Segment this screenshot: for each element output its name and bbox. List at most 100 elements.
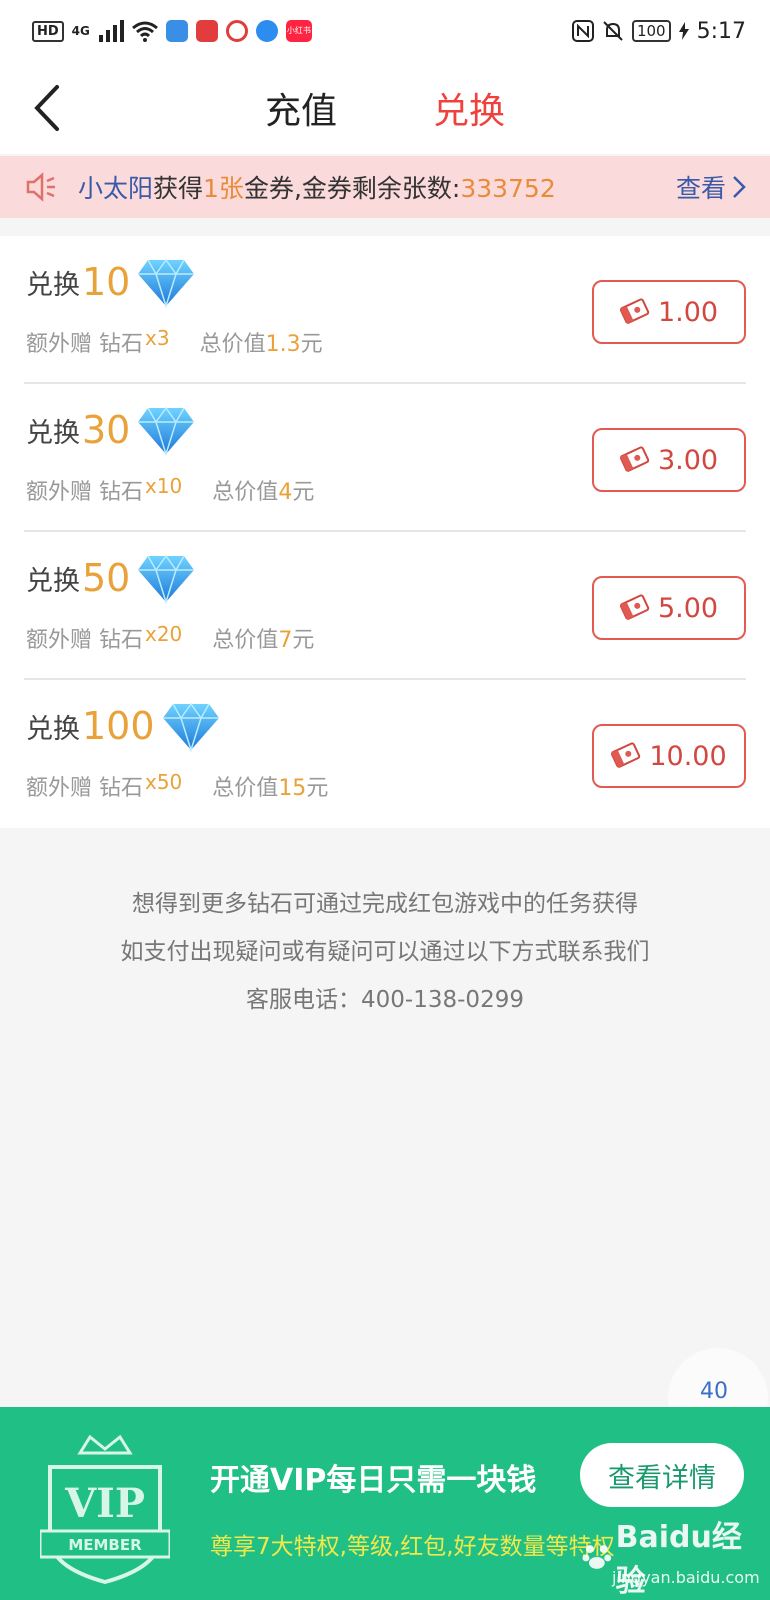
diamond-icon xyxy=(138,258,195,308)
status-right: 100 5:17 xyxy=(571,19,746,44)
back-button[interactable] xyxy=(22,82,72,134)
price-button[interactable]: 1.00 xyxy=(592,280,746,344)
total-amount: 7 xyxy=(278,628,293,653)
price-button[interactable]: 5.00 xyxy=(592,576,746,640)
bonus-label: 额外赠 钻石 xyxy=(26,480,143,505)
item-label: 兑换 xyxy=(26,565,80,597)
item-title: 兑换 50 xyxy=(26,552,196,604)
exchange-item: 兑换 30 额外赠 钻石 x10 总价值4元 3.00 xyxy=(24,384,746,532)
mute-bell-icon xyxy=(603,21,623,41)
bonus-count: x20 xyxy=(145,622,183,646)
vip-details-button[interactable]: 查看详情 xyxy=(580,1443,744,1507)
exchange-item: 兑换 10 额外赠 钻石 x3 总价值1.3元 1.00 xyxy=(24,236,746,384)
info-line-phone[interactable]: 客服电话：400-138-0299 xyxy=(0,976,770,1024)
item-amount: 50 xyxy=(82,556,131,600)
vip-subtitle: 尊享7大特权,等级,红包,好友数量等特权 xyxy=(210,1534,615,1560)
total-unit: 元 xyxy=(292,480,315,505)
item-amount: 10 xyxy=(82,260,131,304)
price-label: 1.00 xyxy=(657,296,719,328)
bonus-label: 额外赠 钻石 xyxy=(26,776,143,801)
vip-logo-text: VIP xyxy=(64,1480,145,1527)
total-unit: 元 xyxy=(306,776,329,801)
item-label: 兑换 xyxy=(26,269,80,301)
diamond-icon xyxy=(162,702,219,752)
wifi-icon xyxy=(131,21,158,42)
chevron-right-icon xyxy=(733,176,746,198)
bonus-count: x3 xyxy=(145,326,170,350)
total-value: 总价值15元 xyxy=(212,770,328,802)
signal-icon xyxy=(98,20,124,42)
coupon-icon xyxy=(619,298,650,324)
notice-view-link[interactable]: 查看 xyxy=(676,169,746,205)
app-icon-xiaohongshu: 小红书 xyxy=(285,20,312,42)
item-amount: 100 xyxy=(82,704,155,748)
item-title: 兑换 100 xyxy=(26,700,221,752)
network-type: 4G xyxy=(71,24,90,38)
app-icon-cloud xyxy=(255,20,278,42)
header: 充值 兑换 xyxy=(0,62,770,154)
total-value: 总价值1.3元 xyxy=(200,326,323,358)
total-label: 总价值 xyxy=(212,628,279,653)
charging-icon xyxy=(678,22,689,40)
total-amount: 15 xyxy=(278,776,307,801)
info-section: 想得到更多钻石可通过完成红包游戏中的任务获得 如支付出现疑问或有疑问可以通过以下… xyxy=(0,880,770,1024)
diamond-icon xyxy=(138,554,195,604)
item-title: 兑换 30 xyxy=(26,404,196,456)
item-amount: 30 xyxy=(82,408,131,452)
bonus-count: x50 xyxy=(145,770,183,794)
app-icon-send xyxy=(165,20,188,42)
vip-logo-sub: MEMBER xyxy=(68,1536,142,1554)
price-button[interactable]: 3.00 xyxy=(592,428,746,492)
tab-exchange[interactable]: 兑换 xyxy=(385,82,553,134)
total-label: 总价值 xyxy=(212,776,279,801)
total-value: 总价值7元 xyxy=(212,622,314,654)
price-label: 10.00 xyxy=(649,740,727,772)
status-bar: HD 4G 小红书 100 5:17 xyxy=(0,0,770,62)
total-value: 总价值4元 xyxy=(212,474,314,506)
item-subtitle: 额外赠 钻石 x20 总价值7元 xyxy=(26,622,314,654)
vip-title: 开通VIP每日只需一块钱 xyxy=(210,1463,537,1498)
total-label: 总价值 xyxy=(212,480,279,505)
item-label: 兑换 xyxy=(26,713,80,745)
diamond-icon xyxy=(138,406,195,456)
item-title: 兑换 10 xyxy=(26,256,196,308)
tab-recharge[interactable]: 充值 xyxy=(217,82,385,134)
notice-remaining: 333752 xyxy=(460,174,556,203)
vip-member-icon: VIP MEMBER xyxy=(40,1434,170,1585)
exchange-list: 兑换 10 额外赠 钻石 x3 总价值1.3元 1.00 兑换 30 额外赠 钻… xyxy=(0,236,770,828)
notice-text: 小太阳获得1张金券,金券剩余张数:333752 xyxy=(78,169,676,205)
total-amount: 1.3 xyxy=(265,332,301,357)
total-unit: 元 xyxy=(292,628,315,653)
coupon-icon xyxy=(619,594,650,620)
bonus-label: 额外赠 钻石 xyxy=(26,628,143,653)
bonus-count: x10 xyxy=(145,474,183,498)
speaker-icon xyxy=(26,172,55,202)
notice-count: 1张 xyxy=(203,174,244,203)
price-label: 3.00 xyxy=(657,444,719,476)
bonus-label: 额外赠 钻石 xyxy=(26,332,143,357)
battery-indicator: 100 xyxy=(631,20,671,42)
price-label: 5.00 xyxy=(657,592,719,624)
notice-user: 小太阳 xyxy=(78,174,154,203)
paw-icon xyxy=(582,1545,612,1569)
notice-banner: 小太阳获得1张金券,金券剩余张数:333752 查看 xyxy=(0,156,770,218)
total-label: 总价值 xyxy=(199,332,266,357)
notice-suffix: 金券,金券剩余张数: xyxy=(243,174,461,203)
app-icon-weibo xyxy=(225,20,248,42)
coupon-icon xyxy=(611,742,641,768)
app-icon-book xyxy=(195,20,218,42)
item-subtitle: 额外赠 钻石 x50 总价值15元 xyxy=(26,770,328,802)
price-button[interactable]: 10.00 xyxy=(592,724,746,788)
watermark-url: jingyan.baidu.com xyxy=(612,1568,760,1587)
info-line-contact: 如支付出现疑问或有疑问可以通过以下方式联系我们 xyxy=(120,939,650,965)
item-label: 兑换 xyxy=(26,417,80,449)
coupon-icon xyxy=(619,446,650,472)
item-subtitle: 额外赠 钻石 x3 总价值1.3元 xyxy=(26,326,323,358)
total-unit: 元 xyxy=(300,332,323,357)
notice-got: 获得 xyxy=(153,174,204,203)
item-subtitle: 额外赠 钻石 x10 总价值4元 xyxy=(26,474,314,506)
chevron-left-icon xyxy=(34,85,59,131)
exchange-item: 兑换 100 额外赠 钻石 x50 总价值15元 10.00 xyxy=(24,680,746,828)
total-amount: 4 xyxy=(278,480,293,505)
status-left: HD 4G 小红书 xyxy=(32,20,312,42)
